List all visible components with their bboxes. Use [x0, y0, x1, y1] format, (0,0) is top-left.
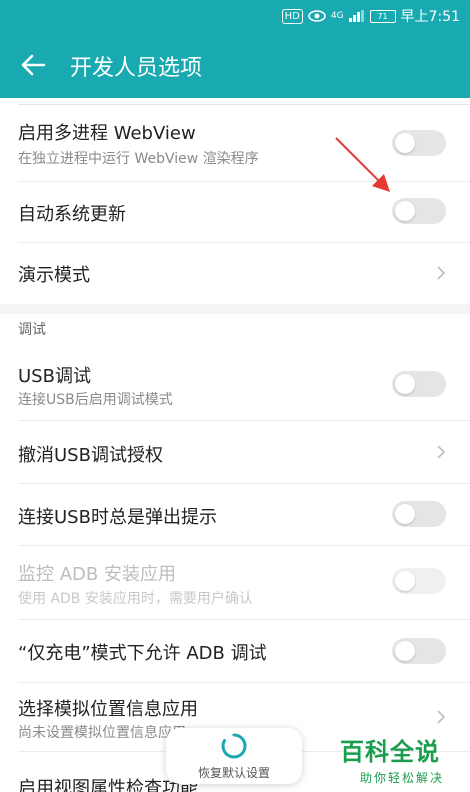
section-gap	[0, 304, 470, 314]
setting-usb-prompt[interactable]: 连接USB时总是弹出提示	[0, 484, 470, 545]
setting-subtitle: 在独立进程中运行 WebView 渲染程序	[18, 151, 259, 167]
network-type-label: 4G	[330, 11, 344, 21]
setting-subtitle: 连接USB后启用调试模式	[18, 392, 173, 408]
setting-title: 启用多进程 WebView	[18, 123, 196, 144]
restore-defaults-label: 恢复默认设置	[197, 766, 270, 780]
setting-title: 演示模式	[18, 265, 90, 286]
setting-title: 撤消USB调试授权	[18, 445, 163, 466]
charge-only-adb-toggle[interactable]	[392, 638, 446, 664]
app-bar: 开发人员选项	[0, 32, 470, 98]
setting-title: 连接USB时总是弹出提示	[18, 507, 217, 528]
auto-system-update-toggle[interactable]	[392, 198, 446, 224]
usb-prompt-toggle[interactable]	[392, 501, 446, 527]
usb-debugging-toggle[interactable]	[392, 371, 446, 397]
watermark-main-text: 百科全说	[340, 738, 440, 766]
chevron-right-icon	[437, 266, 446, 280]
clock: 早上7:51	[400, 9, 460, 25]
setting-title: 选择模拟位置信息应用	[18, 699, 198, 720]
setting-verify-adb-install: 监控 ADB 安装应用 使用 ADB 安装应用时，需要用户确认	[0, 546, 470, 619]
verify-adb-install-toggle	[392, 568, 446, 594]
setting-demo-mode[interactable]: 演示模式	[0, 243, 470, 304]
status-bar-right: HD 4G 71 早上7:51	[281, 6, 460, 26]
watermark-sub-text: 助你轻松解决	[359, 771, 444, 785]
setting-charge-only-adb[interactable]: “仅充电”模式下允许 ADB 调试	[0, 620, 470, 682]
hd-icon: HD	[281, 8, 303, 24]
status-bar: HD 4G 71 早上7:51	[0, 0, 470, 32]
watermark-logo: 百科全说 助你轻松解决	[340, 732, 464, 786]
multiprocess-webview-toggle[interactable]	[392, 130, 446, 156]
setting-title: “仅充电”模式下允许 ADB 调试	[18, 643, 267, 664]
page-title: 开发人员选项	[70, 56, 203, 81]
setting-usb-debugging[interactable]: USB调试 连接USB后启用调试模式	[0, 350, 470, 420]
refresh-ring-icon	[221, 733, 247, 759]
eye-icon	[308, 10, 326, 22]
restore-defaults-button[interactable]: 恢复默认设置	[166, 728, 302, 784]
arrow-left-icon[interactable]	[18, 50, 48, 80]
chevron-right-icon	[437, 710, 446, 724]
setting-subtitle: 尚未设置模拟位置信息应用	[18, 725, 186, 741]
setting-title: 自动系统更新	[18, 204, 126, 225]
annotation-arrow	[335, 137, 390, 192]
setting-title: 监控 ADB 安装应用	[18, 564, 176, 585]
setting-subtitle: 使用 ADB 安装应用时，需要用户确认	[18, 591, 253, 607]
signal-icon	[348, 10, 364, 22]
setting-revoke-usb-auth[interactable]: 撤消USB调试授权	[0, 421, 470, 483]
setting-title: USB调试	[18, 366, 91, 387]
section-header-debug: 调试	[18, 322, 46, 338]
battery-icon: 71	[369, 9, 396, 23]
chevron-right-icon	[437, 445, 446, 459]
